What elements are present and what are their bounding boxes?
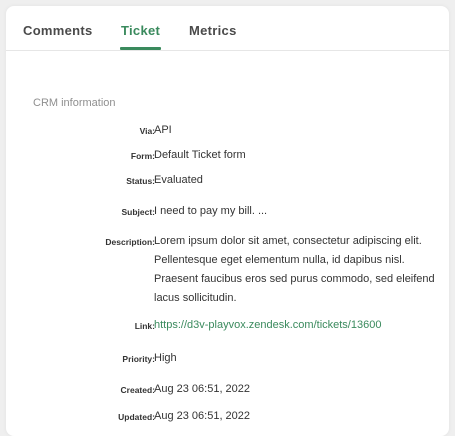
- field-label: Subject:: [121, 207, 155, 217]
- field-value: Aug 23 06:51, 2022: [154, 410, 251, 422]
- field-value: Default Ticket form: [154, 149, 246, 161]
- field-label: Created:: [120, 385, 155, 395]
- tab-metrics[interactable]: Metrics: [189, 23, 237, 38]
- ticket-link[interactable]: https://d3v-playvox.zendesk.com/tickets/…: [154, 318, 381, 332]
- field-label: Form:: [130, 151, 155, 161]
- field-value: Aug 23 06:51, 2022: [154, 383, 251, 395]
- tab-comments[interactable]: Comments: [23, 23, 93, 38]
- field-label: Updated:: [118, 412, 155, 422]
- field-value: I need to pay my bill. ...: [154, 205, 268, 217]
- field-label: Status:: [126, 176, 155, 186]
- field-value: API: [154, 124, 172, 136]
- ticket-panel: Comments Ticket Metrics CRM information …: [6, 6, 449, 436]
- field-label: Via:: [139, 126, 155, 136]
- field-label: Description:: [105, 237, 155, 247]
- field-label: Priority:: [122, 354, 155, 364]
- section-title: CRM information: [33, 97, 116, 109]
- field-value: High: [154, 352, 177, 364]
- tab-bar: Comments Ticket Metrics: [6, 6, 449, 51]
- field-value-description: Lorem ipsum dolor sit amet, consectetur …: [154, 235, 435, 304]
- field-label: Link:: [134, 321, 155, 331]
- tab-ticket[interactable]: Ticket: [121, 23, 160, 38]
- field-value: Evaluated: [154, 174, 203, 186]
- active-tab-indicator: [120, 47, 161, 50]
